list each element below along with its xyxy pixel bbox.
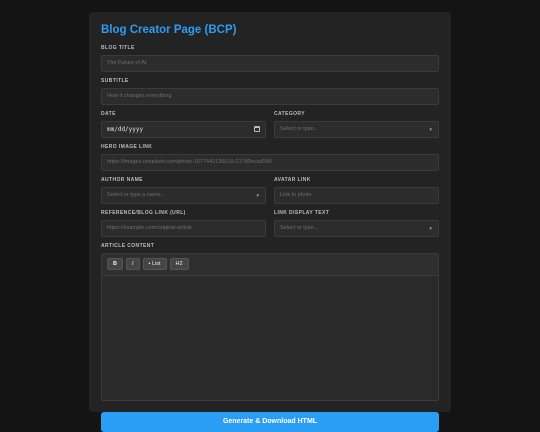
hero-image-label: HERO IMAGE LINK: [101, 144, 153, 150]
editor-toolbar: B I • List H2: [102, 254, 438, 276]
category-placeholder: Select or type...: [280, 126, 319, 132]
avatar-link-label: AVATAR LINK: [274, 177, 311, 183]
reference-link-label: REFERENCE/BLOG LINK (URL): [101, 210, 186, 216]
calendar-icon[interactable]: [254, 126, 260, 132]
date-input[interactable]: mm/dd/yyyy: [101, 121, 266, 138]
generate-download-button[interactable]: Generate & Download HTML: [101, 412, 439, 432]
blog-title-label: BLOG TITLE: [101, 45, 135, 51]
chevron-down-icon: ▼: [428, 127, 433, 132]
hero-image-input[interactable]: https://images.unsplash.com/photo-167744…: [101, 154, 439, 171]
author-name-label: AUTHOR NAME: [101, 177, 143, 183]
date-value: mm/dd/yyyy: [107, 126, 144, 133]
link-display-text-select[interactable]: Select or type... ▼: [274, 220, 439, 237]
date-label: DATE: [101, 111, 116, 117]
blog-title-input[interactable]: The Future of AI: [101, 55, 439, 72]
article-content-label: ARTICLE CONTENT: [101, 243, 155, 249]
subtitle-input[interactable]: How it changes everything: [101, 88, 439, 105]
category-label: CATEGORY: [274, 111, 305, 117]
reference-link-input[interactable]: https://example.com/original-article: [101, 220, 266, 237]
article-content-area[interactable]: [102, 276, 438, 400]
author-name-placeholder: Select or type a name...: [107, 192, 166, 198]
bold-button[interactable]: B: [107, 258, 123, 270]
chevron-down-icon: ▼: [428, 226, 433, 231]
page-title: Blog Creator Page (BCP): [101, 24, 237, 36]
link-display-text-placeholder: Select or type...: [280, 225, 319, 231]
avatar-link-input[interactable]: Link to photo: [274, 187, 439, 204]
subtitle-label: SUBTITLE: [101, 78, 129, 84]
italic-button[interactable]: I: [125, 258, 140, 270]
category-select[interactable]: Select or type... ▼: [274, 121, 439, 138]
article-editor: B I • List H2: [101, 253, 439, 401]
heading-button[interactable]: H2: [169, 258, 189, 270]
list-button[interactable]: • List: [142, 258, 167, 270]
link-display-text-label: LINK DISPLAY TEXT: [274, 210, 330, 216]
blog-creator-card: Blog Creator Page (BCP) BLOG TITLE The F…: [89, 12, 451, 432]
chevron-down-icon: ▼: [255, 193, 260, 198]
author-name-select[interactable]: Select or type a name... ▼: [101, 187, 266, 204]
